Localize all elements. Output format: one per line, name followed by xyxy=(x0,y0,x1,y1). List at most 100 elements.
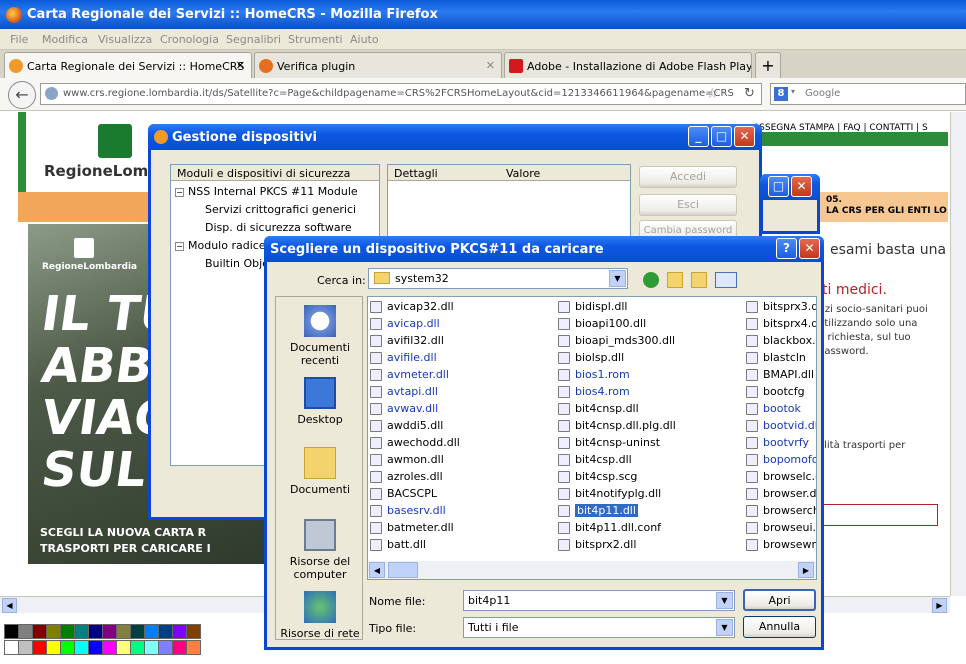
menu-visualizza[interactable]: Visualizza xyxy=(98,33,152,46)
new-tab-button[interactable]: + xyxy=(755,52,781,78)
palette-swatch[interactable] xyxy=(46,640,61,655)
scroll-thumb[interactable] xyxy=(388,562,418,578)
menu-cronologia[interactable]: Cronologia xyxy=(160,33,219,46)
palette-swatch[interactable] xyxy=(18,624,33,639)
browser-v-scrollbar[interactable] xyxy=(950,112,966,596)
palette-swatch[interactable] xyxy=(116,640,131,655)
tree-item-nss[interactable]: − NSS Internal PKCS #11 Module xyxy=(175,185,358,198)
file-item[interactable]: batt.dll xyxy=(370,537,426,553)
search-engine-dropdown-icon[interactable]: ▾ xyxy=(791,87,795,96)
tab-verifica-plugin[interactable]: Verifica plugin ✕ xyxy=(254,52,502,78)
file-item[interactable]: bitsprx3.dll xyxy=(746,299,816,315)
file-item[interactable]: blackbox.d xyxy=(746,333,816,349)
file-item[interactable]: bopomofo. xyxy=(746,452,816,468)
file-item[interactable]: bootvid.dll xyxy=(746,418,816,434)
file-item[interactable]: browserch xyxy=(746,503,816,519)
file-item[interactable]: bit4p11.dll xyxy=(558,503,638,519)
menu-file[interactable]: File xyxy=(10,33,28,46)
file-item[interactable]: awmon.dll xyxy=(370,452,444,468)
menu-strumenti[interactable]: Strumenti xyxy=(288,33,343,46)
file-item[interactable]: avmeter.dll xyxy=(370,367,449,383)
file-item[interactable]: bit4csp.scg xyxy=(558,469,637,485)
filetype-select[interactable]: Tutti i file ▼ xyxy=(463,617,735,638)
tab-adobe[interactable]: Adobe - Installazione di Adobe Flash Pla… xyxy=(504,52,752,78)
place-my-computer[interactable]: Risorse del computer xyxy=(276,519,364,581)
file-item[interactable]: bit4cnsp.dll xyxy=(558,401,639,417)
up-folder-icon[interactable] xyxy=(667,272,683,288)
palette-swatch[interactable] xyxy=(32,640,47,655)
maximize-button[interactable]: □ xyxy=(768,176,789,197)
back-green-icon[interactable] xyxy=(643,272,659,288)
file-item[interactable]: biolsp.dll xyxy=(558,350,624,366)
file-item[interactable]: avicap32.dll xyxy=(370,299,454,315)
palette-swatch[interactable] xyxy=(116,624,131,639)
file-item[interactable]: bootok xyxy=(746,401,801,417)
file-item[interactable]: azroles.dll xyxy=(370,469,443,485)
scroll-left-icon[interactable]: ◀ xyxy=(369,562,385,578)
device-manager-title-bar[interactable]: Gestione dispositivi _ □ ✕ xyxy=(148,124,762,150)
palette-swatch[interactable] xyxy=(186,624,201,639)
file-item[interactable]: bit4cnsp.dll.plg.dll xyxy=(558,418,676,434)
palette-swatch[interactable] xyxy=(158,640,173,655)
scroll-left-icon[interactable]: ◀ xyxy=(2,598,17,613)
file-item[interactable]: bidispl.dll xyxy=(558,299,627,315)
tree-item-software-device[interactable]: Disp. di sicurezza software xyxy=(205,221,352,234)
file-item[interactable]: bit4p11.dll.conf xyxy=(558,520,661,536)
new-folder-icon[interactable] xyxy=(691,272,707,288)
dropdown-arrow-icon[interactable]: ▼ xyxy=(609,270,626,287)
file-dialog-title-bar[interactable]: Scegliere un dispositivo PKCS#11 da cari… xyxy=(264,236,824,262)
file-item[interactable]: avifile.dll xyxy=(370,350,437,366)
palette-swatch[interactable] xyxy=(32,624,47,639)
file-item[interactable]: bootcfg xyxy=(746,384,805,400)
menu-aiuto[interactable]: Aiuto xyxy=(350,33,379,46)
file-item[interactable]: avifil32.dll xyxy=(370,333,444,349)
close-button[interactable]: ✕ xyxy=(791,176,812,197)
tab-close-icon[interactable]: ✕ xyxy=(486,59,495,72)
right-input[interactable] xyxy=(818,504,938,526)
minimize-button[interactable]: _ xyxy=(688,126,709,147)
top-links[interactable]: ASSEGNA STAMPA | FAQ | CONTATTI | S xyxy=(753,123,928,133)
filename-input[interactable]: bit4p11 ▼ xyxy=(463,590,735,611)
scroll-right-icon[interactable]: ▶ xyxy=(932,598,947,613)
login-button[interactable]: Accedi xyxy=(639,166,737,188)
file-item[interactable]: bios4.rom xyxy=(558,384,630,400)
palette-swatch[interactable] xyxy=(88,640,103,655)
file-item[interactable]: bioapi_mds300.dll xyxy=(558,333,675,349)
palette-swatch[interactable] xyxy=(130,624,145,639)
file-item[interactable]: avtapi.dll xyxy=(370,384,438,400)
reload-icon[interactable]: ↻ xyxy=(744,86,755,101)
dropdown-arrow-icon[interactable]: ▼ xyxy=(716,619,733,636)
palette-swatch[interactable] xyxy=(172,640,187,655)
palette-swatch[interactable] xyxy=(88,624,103,639)
file-item[interactable]: basesrv.dll xyxy=(370,503,446,519)
background-window-title-bar[interactable]: □ ✕ xyxy=(760,174,820,200)
close-button[interactable]: ✕ xyxy=(734,126,755,147)
file-item[interactable]: bitsprx4.dll xyxy=(746,316,816,332)
help-button[interactable]: ? xyxy=(776,238,797,259)
look-in-select[interactable]: system32 ▼ xyxy=(368,268,628,289)
palette-swatch[interactable] xyxy=(172,624,187,639)
dropdown-arrow-icon[interactable]: ▼ xyxy=(716,592,733,609)
palette-swatch[interactable] xyxy=(144,640,159,655)
menu-modifica[interactable]: Modifica xyxy=(42,33,88,46)
back-button[interactable]: ← xyxy=(8,81,36,109)
palette-swatch[interactable] xyxy=(46,624,61,639)
file-item[interactable]: bitsprx2.dll xyxy=(558,537,636,553)
file-item[interactable]: bioapi100.dll xyxy=(558,316,646,332)
menu-segnalibri[interactable]: Segnalibri xyxy=(226,33,281,46)
place-documents[interactable]: Documenti xyxy=(276,447,364,496)
close-button[interactable]: ✕ xyxy=(799,238,820,259)
palette-swatch[interactable] xyxy=(4,640,19,655)
place-recent-documents[interactable]: Documenti recenti xyxy=(276,305,364,367)
file-item[interactable]: batmeter.dll xyxy=(370,520,454,536)
tab-homecrs[interactable]: Carta Regionale dei Servizi :: HomeCRS ✕ xyxy=(4,52,252,78)
palette-swatch[interactable] xyxy=(102,624,117,639)
file-item[interactable]: bootvrfy xyxy=(746,435,809,451)
palette-swatch[interactable] xyxy=(158,624,173,639)
tree-item-crypto[interactable]: Servizi crittografici generici xyxy=(205,203,356,216)
news-title[interactable]: LA CRS PER GLI ENTI LO xyxy=(826,206,947,216)
bookmark-star-icon[interactable]: ☆ xyxy=(706,86,719,102)
open-button[interactable]: Apri xyxy=(743,589,816,611)
palette-swatch[interactable] xyxy=(130,640,145,655)
file-item[interactable]: BMAPI.dll xyxy=(746,367,814,383)
